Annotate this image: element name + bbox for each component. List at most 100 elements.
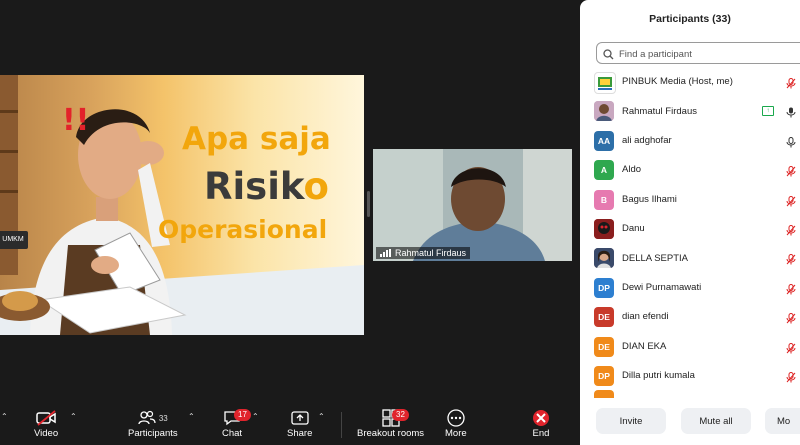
chat-options-caret-icon[interactable]: ⌃ bbox=[252, 412, 259, 421]
mute-all-button[interactable]: Mute all bbox=[681, 408, 751, 434]
mic-muted-icon[interactable] bbox=[786, 164, 796, 182]
slide-title-line3: Operasional bbox=[158, 215, 328, 244]
search-input[interactable] bbox=[617, 45, 800, 63]
mic-muted-icon[interactable] bbox=[786, 282, 796, 300]
participant-list: PINBUK Media (Host, me) Rahmatul Firdaus… bbox=[580, 67, 800, 399]
more-options-button[interactable]: Mo bbox=[765, 408, 800, 434]
end-meeting-icon bbox=[532, 408, 550, 428]
mic-muted-icon[interactable] bbox=[786, 341, 796, 359]
audio-options-caret-icon[interactable]: ⌃ bbox=[1, 412, 8, 421]
participant-name: DIAN EKA bbox=[622, 340, 667, 352]
participants-button[interactable]: 33 Participants bbox=[128, 408, 178, 439]
more-button[interactable]: More bbox=[445, 408, 467, 439]
participant-name: PINBUK Media (Host, me) bbox=[622, 76, 733, 88]
participant-name: Bagus Ilhami bbox=[622, 193, 677, 205]
participant-row[interactable]: AA ali adghofar bbox=[580, 126, 800, 155]
breakout-rooms-badge: 32 bbox=[392, 409, 409, 421]
meeting-toolbar: ⌃ Video ⌃ 33 Participants ⌃ Chat 17 ⌃ Sh… bbox=[0, 402, 578, 445]
avatar bbox=[594, 218, 614, 239]
avatar: DP bbox=[594, 365, 614, 386]
alert-mark: !! bbox=[62, 103, 90, 138]
video-button[interactable]: Video bbox=[34, 408, 58, 439]
participant-row[interactable]: DE DIAN EKA bbox=[580, 332, 800, 361]
participant-row[interactable]: DE dian efendi bbox=[580, 302, 800, 331]
mic-on-icon[interactable] bbox=[786, 135, 796, 153]
avatar bbox=[594, 72, 616, 94]
participant-row[interactable]: DP Dewi Purnamawati bbox=[580, 273, 800, 302]
meeting-area: !! UMKM Apa saja Risiko Operasional Rahm… bbox=[0, 0, 578, 402]
participant-row-partial bbox=[580, 390, 800, 399]
avatar: A bbox=[594, 160, 614, 181]
participant-name: ali adghofar bbox=[622, 134, 672, 146]
slide-title-line2: Risiko bbox=[204, 165, 329, 208]
chat-unread-badge: 17 bbox=[234, 409, 251, 421]
umkm-sign: UMKM bbox=[0, 231, 28, 249]
mic-muted-icon[interactable] bbox=[786, 223, 796, 241]
video-participant-name: Rahmatul Firdaus bbox=[395, 248, 467, 258]
toolbar-divider bbox=[341, 412, 342, 438]
search-icon bbox=[603, 47, 614, 65]
share-label: Share bbox=[287, 428, 313, 439]
participant-name: DELLA SEPTIA bbox=[622, 252, 689, 264]
slide-title-line2-main: Risik bbox=[204, 165, 304, 208]
avatar-photo bbox=[594, 101, 614, 122]
chat-label: Chat bbox=[222, 428, 243, 439]
avatar-photo bbox=[594, 248, 614, 269]
resize-handle[interactable] bbox=[367, 191, 370, 217]
avatar bbox=[594, 248, 614, 269]
video-label: Video bbox=[34, 428, 59, 439]
slide-title-line1: Apa saja bbox=[182, 121, 331, 157]
participant-name: Rahmatul Firdaus bbox=[622, 105, 697, 117]
mic-muted-icon[interactable] bbox=[786, 311, 796, 329]
mic-muted-icon[interactable] bbox=[786, 252, 796, 270]
mic-on-icon[interactable] bbox=[786, 105, 796, 123]
participant-row[interactable]: DELLA SEPTIA bbox=[580, 243, 800, 272]
pinbuk-logo-icon bbox=[598, 77, 612, 90]
participants-panel: Participants (33) PINBUK Media (Host, me… bbox=[580, 0, 800, 445]
share-screen-icon bbox=[291, 408, 309, 428]
end-button[interactable]: End bbox=[532, 408, 550, 439]
participant-row[interactable]: A Aldo bbox=[580, 155, 800, 184]
participants-count: 33 bbox=[158, 413, 168, 423]
more-icon bbox=[447, 408, 465, 428]
participant-name: dian efendi bbox=[622, 311, 669, 323]
participant-search[interactable] bbox=[596, 42, 800, 64]
participants-label: Participants bbox=[128, 428, 178, 439]
end-label: End bbox=[532, 428, 550, 439]
share-button[interactable]: Share bbox=[287, 408, 312, 439]
participant-row[interactable]: Rahmatul Firdaus ↑ bbox=[580, 96, 800, 125]
avatar: B bbox=[594, 189, 614, 210]
mic-muted-icon[interactable] bbox=[786, 76, 796, 94]
participant-name: Danu bbox=[622, 223, 645, 235]
participants-panel-title: Participants (33) bbox=[649, 13, 731, 25]
avatar bbox=[594, 101, 614, 122]
mic-muted-icon[interactable] bbox=[786, 370, 796, 388]
video-options-caret-icon[interactable]: ⌃ bbox=[70, 412, 77, 421]
participant-row[interactable]: DP Dilla putri kumala bbox=[580, 361, 800, 390]
video-name-label: Rahmatul Firdaus bbox=[376, 247, 471, 259]
participant-row[interactable]: B Bagus Ilhami bbox=[580, 185, 800, 214]
breakout-rooms-label: Breakout rooms bbox=[357, 428, 425, 439]
shared-screen: !! UMKM Apa saja Risiko Operasional bbox=[0, 75, 364, 335]
connection-signal-icon bbox=[380, 249, 391, 257]
avatar: DE bbox=[594, 307, 614, 328]
avatar: DE bbox=[594, 336, 614, 357]
share-options-caret-icon[interactable]: ⌃ bbox=[318, 412, 325, 421]
breakout-rooms-button[interactable]: Breakout rooms bbox=[357, 408, 424, 439]
screen-share-indicator-icon: ↑ bbox=[762, 106, 774, 117]
video-feed bbox=[373, 149, 572, 261]
participant-video-tile[interactable]: Rahmatul Firdaus bbox=[373, 149, 572, 261]
video-off-icon bbox=[35, 408, 57, 428]
slide-title-line2-accent: o bbox=[303, 165, 329, 208]
participant-row[interactable]: Danu bbox=[580, 214, 800, 243]
participants-panel-footer: Invite Mute all Mo bbox=[580, 402, 800, 445]
avatar-photo bbox=[594, 218, 614, 239]
participant-name: Dewi Purnamawati bbox=[622, 281, 702, 293]
avatar bbox=[594, 390, 614, 399]
invite-button[interactable]: Invite bbox=[596, 408, 666, 434]
participants-options-caret-icon[interactable]: ⌃ bbox=[188, 412, 195, 421]
participant-row[interactable]: PINBUK Media (Host, me) bbox=[580, 67, 800, 96]
mic-muted-icon[interactable] bbox=[786, 194, 796, 212]
participant-name: Dilla putri kumala bbox=[622, 370, 695, 382]
more-label: More bbox=[445, 428, 467, 439]
